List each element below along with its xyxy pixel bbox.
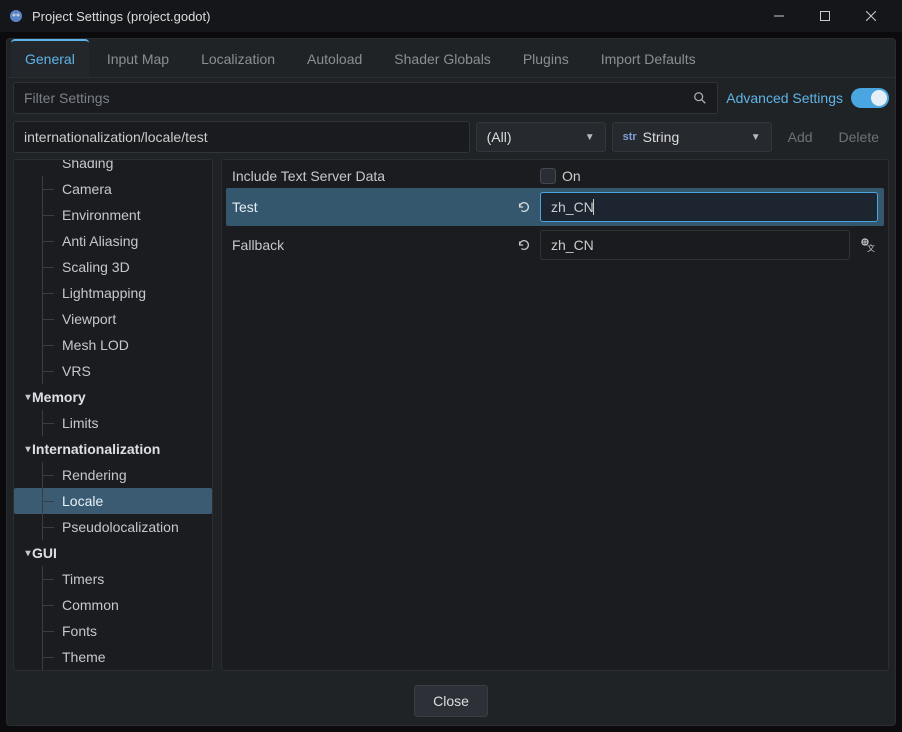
tab-localization[interactable]: Localization: [187, 39, 289, 77]
filter-settings-field[interactable]: [24, 90, 687, 106]
value-type-dropdown[interactable]: str String ▼: [612, 122, 772, 152]
advanced-settings-toggle[interactable]: [851, 88, 889, 108]
tree-item[interactable]: Camera: [14, 176, 212, 202]
settings-tree[interactable]: Shading Camera Environment Anti Aliasing…: [13, 159, 213, 671]
type-tag-icon: str: [623, 131, 637, 143]
tree-item[interactable]: Environment: [14, 202, 212, 228]
setting-path-input[interactable]: [13, 121, 470, 153]
add-setting-button[interactable]: Add: [778, 123, 823, 151]
tree-item[interactable]: Theme: [14, 644, 212, 670]
delete-setting-button[interactable]: Delete: [829, 123, 889, 151]
svg-text:文: 文: [867, 243, 875, 253]
tree-section-internationalization[interactable]: ▾Internationalization: [14, 436, 212, 462]
tab-general[interactable]: General: [11, 39, 89, 77]
titlebar: Project Settings (project.godot): [0, 0, 902, 32]
minimize-button[interactable]: [756, 0, 802, 32]
checkbox-label: On: [562, 168, 581, 184]
tree-item[interactable]: Mesh LOD: [14, 332, 212, 358]
maximize-button[interactable]: [802, 0, 848, 32]
revert-icon[interactable]: [516, 237, 532, 253]
advanced-settings-label: Advanced Settings: [726, 90, 843, 106]
chevron-down-icon: ▼: [751, 132, 761, 143]
prop-label: Include Text Server Data: [232, 168, 385, 184]
fallback-locale-input[interactable]: [540, 230, 850, 260]
tab-plugins[interactable]: Plugins: [509, 39, 583, 77]
tree-item[interactable]: Timers: [14, 566, 212, 592]
tab-import-defaults[interactable]: Import Defaults: [587, 39, 710, 77]
include-text-server-checkbox[interactable]: [540, 168, 556, 184]
prop-label: Test: [232, 199, 258, 215]
chevron-down-icon: ▾: [14, 444, 32, 455]
tree-item[interactable]: Rendering: [14, 462, 212, 488]
prop-include-text-server: Include Text Server Data On: [226, 164, 884, 188]
project-settings-window: General Input Map Localization Autoload …: [6, 38, 896, 726]
properties-panel: Include Text Server Data On Test zh_CN: [221, 159, 889, 671]
test-locale-input[interactable]: zh_CN: [540, 192, 878, 222]
tabs: General Input Map Localization Autoload …: [7, 39, 895, 78]
tree-item[interactable]: Anti Aliasing: [14, 228, 212, 254]
prop-test: Test zh_CN: [226, 188, 884, 226]
tab-autoload[interactable]: Autoload: [293, 39, 376, 77]
prop-fallback: Fallback 文: [226, 226, 884, 264]
app-icon: [8, 8, 24, 24]
tree-section-memory[interactable]: ▾Memory: [14, 384, 212, 410]
tree-item[interactable]: Viewport: [14, 306, 212, 332]
tree-item[interactable]: Pseudolocalization: [14, 514, 212, 540]
chevron-down-icon: ▾: [14, 392, 32, 403]
close-window-button[interactable]: [848, 0, 894, 32]
search-icon: [693, 91, 707, 105]
filter-settings-input[interactable]: [13, 82, 718, 114]
filter-type-value: (All): [487, 129, 512, 145]
revert-icon[interactable]: [516, 199, 532, 215]
tab-input-map[interactable]: Input Map: [93, 39, 183, 77]
close-button[interactable]: Close: [414, 685, 488, 717]
tree-item[interactable]: Limits: [14, 410, 212, 436]
tree-item-locale[interactable]: Locale: [14, 488, 212, 514]
tree-item[interactable]: Common: [14, 592, 212, 618]
chevron-down-icon: ▼: [585, 132, 595, 143]
filter-type-dropdown[interactable]: (All) ▼: [476, 122, 606, 152]
tree-item[interactable]: Shading: [14, 159, 212, 176]
tree-item[interactable]: VRS: [14, 358, 212, 384]
window-title: Project Settings (project.godot): [32, 9, 210, 24]
tree-item[interactable]: Fonts: [14, 618, 212, 644]
tree-item[interactable]: Scaling 3D: [14, 254, 212, 280]
prop-label: Fallback: [232, 237, 284, 253]
chevron-down-icon: ▾: [14, 548, 32, 559]
locale-picker-button[interactable]: 文: [856, 232, 878, 258]
tree-item[interactable]: Lightmapping: [14, 280, 212, 306]
tree-section-gui[interactable]: ▾GUI: [14, 540, 212, 566]
type-value: String: [643, 129, 680, 145]
tab-shader-globals[interactable]: Shader Globals: [380, 39, 505, 77]
